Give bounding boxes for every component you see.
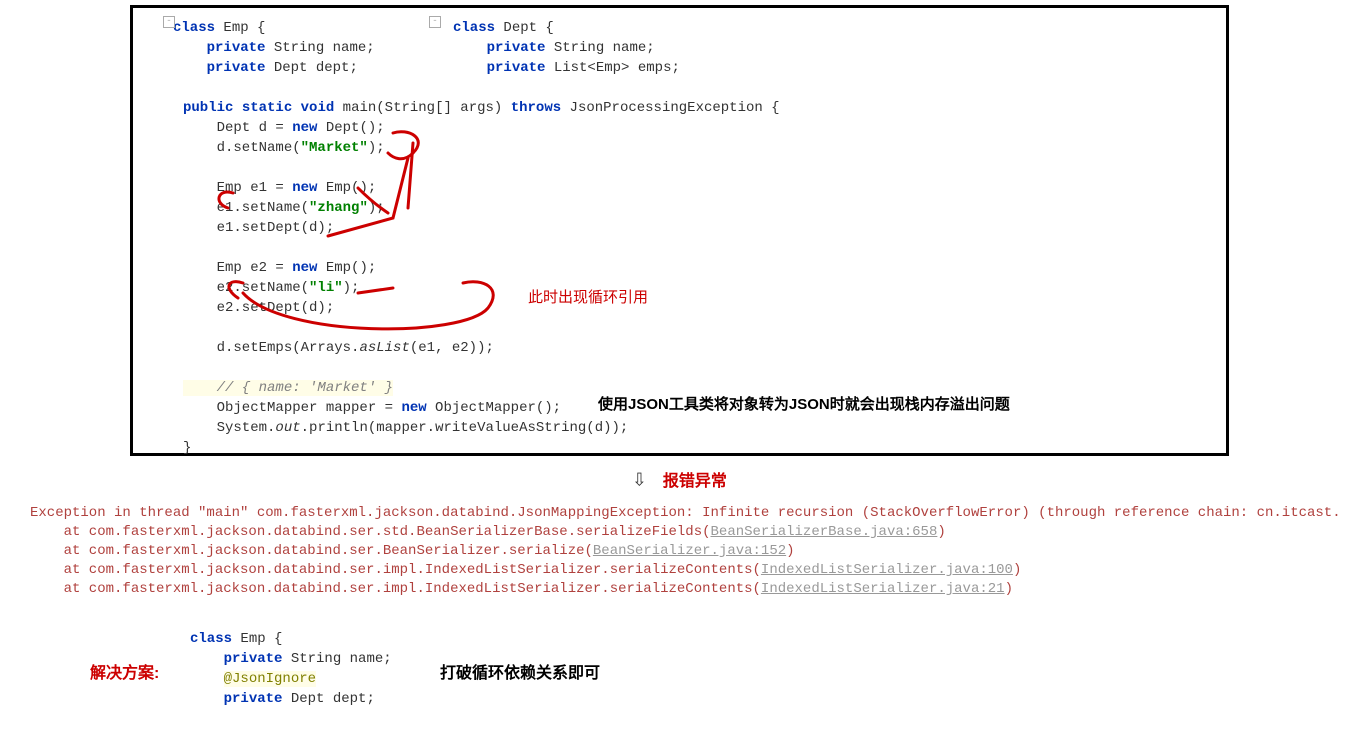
st-line-2: at com.fasterxml.jackson.databind.ser.st… xyxy=(30,524,946,540)
st-line-5: at com.fasterxml.jackson.databind.ser.im… xyxy=(30,581,1013,597)
stacktrace-block: Exception in thread "main" com.fasterxml… xyxy=(30,504,1359,599)
arrow-row: ⇩ 报错异常 xyxy=(0,464,1359,494)
emp-class-code: class Emp { private String name; private… xyxy=(173,18,423,78)
fold-marker-2: - xyxy=(429,16,441,28)
solution-row: 解决方案: class Emp { private String name; @… xyxy=(90,629,1359,729)
down-arrow-icon: ⇩ xyxy=(632,464,646,494)
st-line-3: at com.fasterxml.jackson.databind.ser.Be… xyxy=(30,543,795,559)
error-label: 报错异常 xyxy=(663,467,727,491)
class-defs-row: class Emp { private String name; private… xyxy=(133,8,1226,78)
emp-class-col: class Emp { private String name; private… xyxy=(173,18,423,78)
st-line-1: Exception in thread "main" com.fasterxml… xyxy=(30,505,1341,521)
solution-label: 解决方案: xyxy=(90,659,159,683)
annotation-cycle-ref: 此时出现循环引用 xyxy=(528,286,648,307)
st-line-4: at com.fasterxml.jackson.databind.ser.im… xyxy=(30,562,1021,578)
code-editor-box: - - class Emp { private String name; pri… xyxy=(130,5,1229,456)
annotation-json-overflow: 使用JSON工具类将对象转为JSON时就会出现栈内存溢出问题 xyxy=(598,393,1010,414)
dept-class-code: class Dept { private String name; privat… xyxy=(453,18,703,78)
solution-code: class Emp { private String name; @JsonIg… xyxy=(190,629,392,709)
fold-marker-1: - xyxy=(163,16,175,28)
solution-note: 打破循环依赖关系即可 xyxy=(440,659,600,683)
dept-class-col: class Dept { private String name; privat… xyxy=(453,18,703,78)
